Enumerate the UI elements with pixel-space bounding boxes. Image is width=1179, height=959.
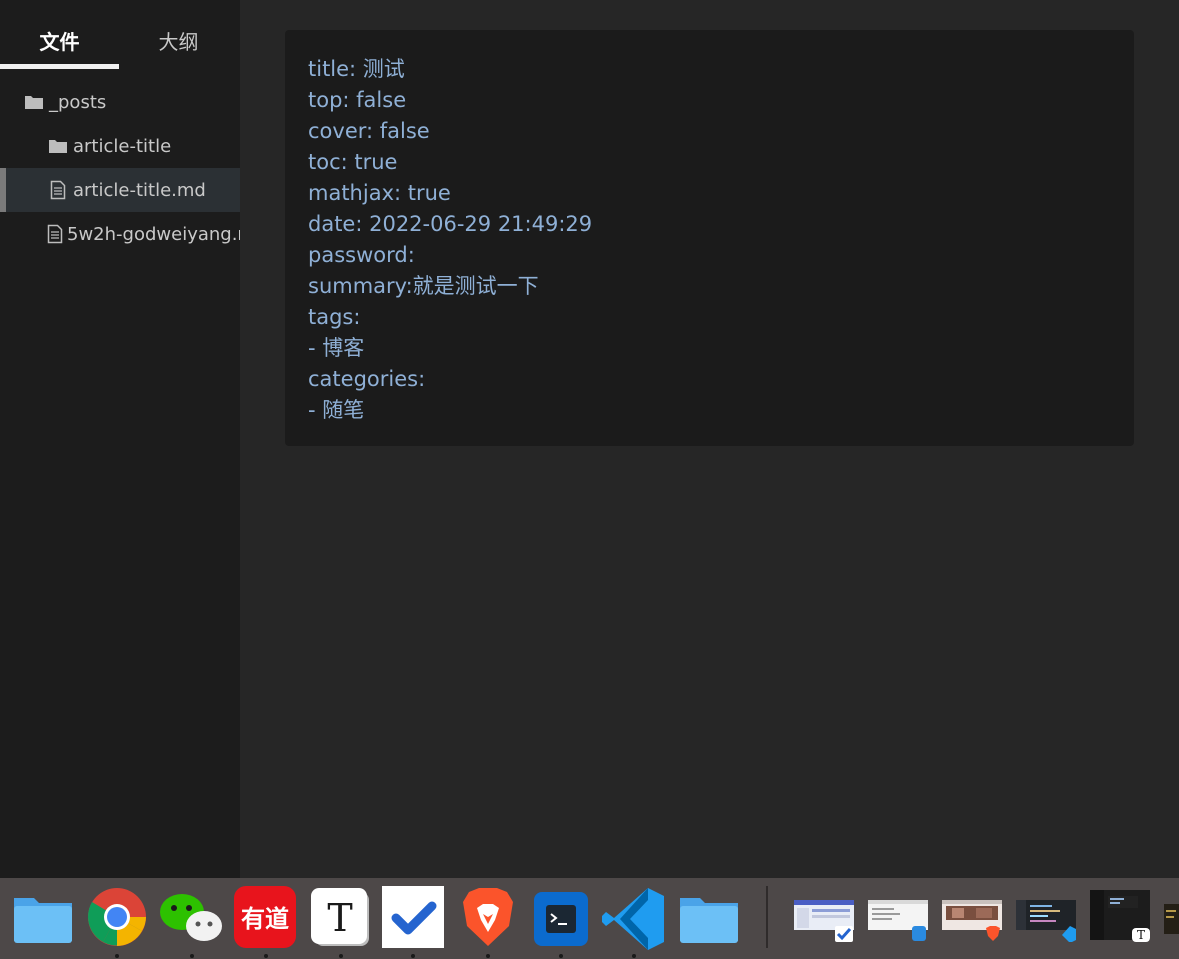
brave-window-thumbnail[interactable] (942, 890, 1004, 942)
front-matter-line: top: false (308, 88, 407, 112)
front-matter-line: - 随笔 (308, 398, 365, 422)
typora-thumb-badge: T (1137, 928, 1145, 942)
running-indicator (486, 954, 490, 958)
vscode-icon[interactable] (602, 886, 664, 950)
tree-item-article-folder[interactable]: article-title (0, 124, 240, 168)
todo-icon[interactable] (382, 886, 444, 948)
front-matter-line: title: 测试 (308, 57, 405, 81)
running-indicator (190, 954, 194, 958)
active-tab-indicator (0, 64, 119, 69)
dock-divider (766, 886, 768, 948)
front-matter-line: summary:就是测试一下 (308, 274, 539, 298)
folder-icon (47, 136, 69, 156)
file-icon (47, 224, 63, 244)
tree-item-posts-folder[interactable]: _posts (0, 80, 240, 124)
editor-area[interactable]: title: 测试 top: false cover: false toc: t… (240, 0, 1179, 878)
tree-item-label: article-title (73, 135, 172, 157)
tree-item-label: article-title.md (73, 179, 206, 201)
dock: 有道 T T (0, 878, 1179, 959)
tree-item-article-md[interactable]: article-title.md (0, 168, 240, 212)
folder-app-icon-2[interactable] (678, 886, 740, 948)
terminal-icon[interactable] (534, 886, 596, 948)
vscode-window-thumbnail[interactable] (1016, 890, 1078, 943)
front-matter-line: tags: (308, 305, 361, 329)
wechat-icon[interactable] (158, 886, 222, 948)
folder-app-icon[interactable] (12, 886, 74, 948)
chrome-icon[interactable] (86, 886, 148, 948)
window-thumbnail-partial[interactable] (1164, 890, 1179, 942)
running-indicator (339, 954, 343, 958)
sidebar-tabs: 文件 大纲 (0, 0, 240, 70)
front-matter-line: toc: true (308, 150, 398, 174)
front-matter-line: mathjax: true (308, 181, 451, 205)
typora-window-thumbnail[interactable]: T (1090, 890, 1152, 942)
running-indicator (115, 954, 119, 958)
file-tree: _posts article-title article-title.md 5w… (0, 80, 240, 256)
front-matter-block[interactable]: title: 测试 top: false cover: false toc: t… (285, 30, 1134, 446)
file-icon (47, 180, 69, 200)
running-indicator (264, 954, 268, 958)
sidebar: 文件 大纲 _posts article-title article-title… (0, 0, 240, 878)
front-matter-line: date: 2022-06-29 21:49:29 (308, 212, 593, 236)
youdao-label: 有道 (241, 905, 289, 933)
tree-item-5w2h-md[interactable]: 5w2h-godweiyang.md (0, 212, 240, 256)
tab-outline[interactable]: 大纲 (119, 26, 238, 55)
todo-window-thumbnail[interactable] (794, 890, 856, 942)
folder-icon (23, 92, 45, 112)
typora-icon[interactable]: T (309, 886, 371, 948)
tree-item-label: _posts (49, 91, 107, 113)
tab-files[interactable]: 文件 (0, 26, 119, 55)
running-indicator (559, 954, 563, 958)
finder-window-thumbnail[interactable] (868, 890, 930, 942)
tree-item-label: 5w2h-godweiyang.md (67, 223, 240, 245)
front-matter-line: cover: false (308, 119, 430, 143)
typora-label: T (327, 896, 352, 940)
front-matter-line: categories: (308, 367, 426, 391)
front-matter-line: - 博客 (308, 336, 365, 360)
running-indicator (632, 954, 636, 958)
youdao-icon[interactable]: 有道 (234, 886, 296, 948)
front-matter-line: password: (308, 243, 415, 267)
running-indicator (411, 954, 415, 958)
brave-icon[interactable] (459, 886, 521, 948)
